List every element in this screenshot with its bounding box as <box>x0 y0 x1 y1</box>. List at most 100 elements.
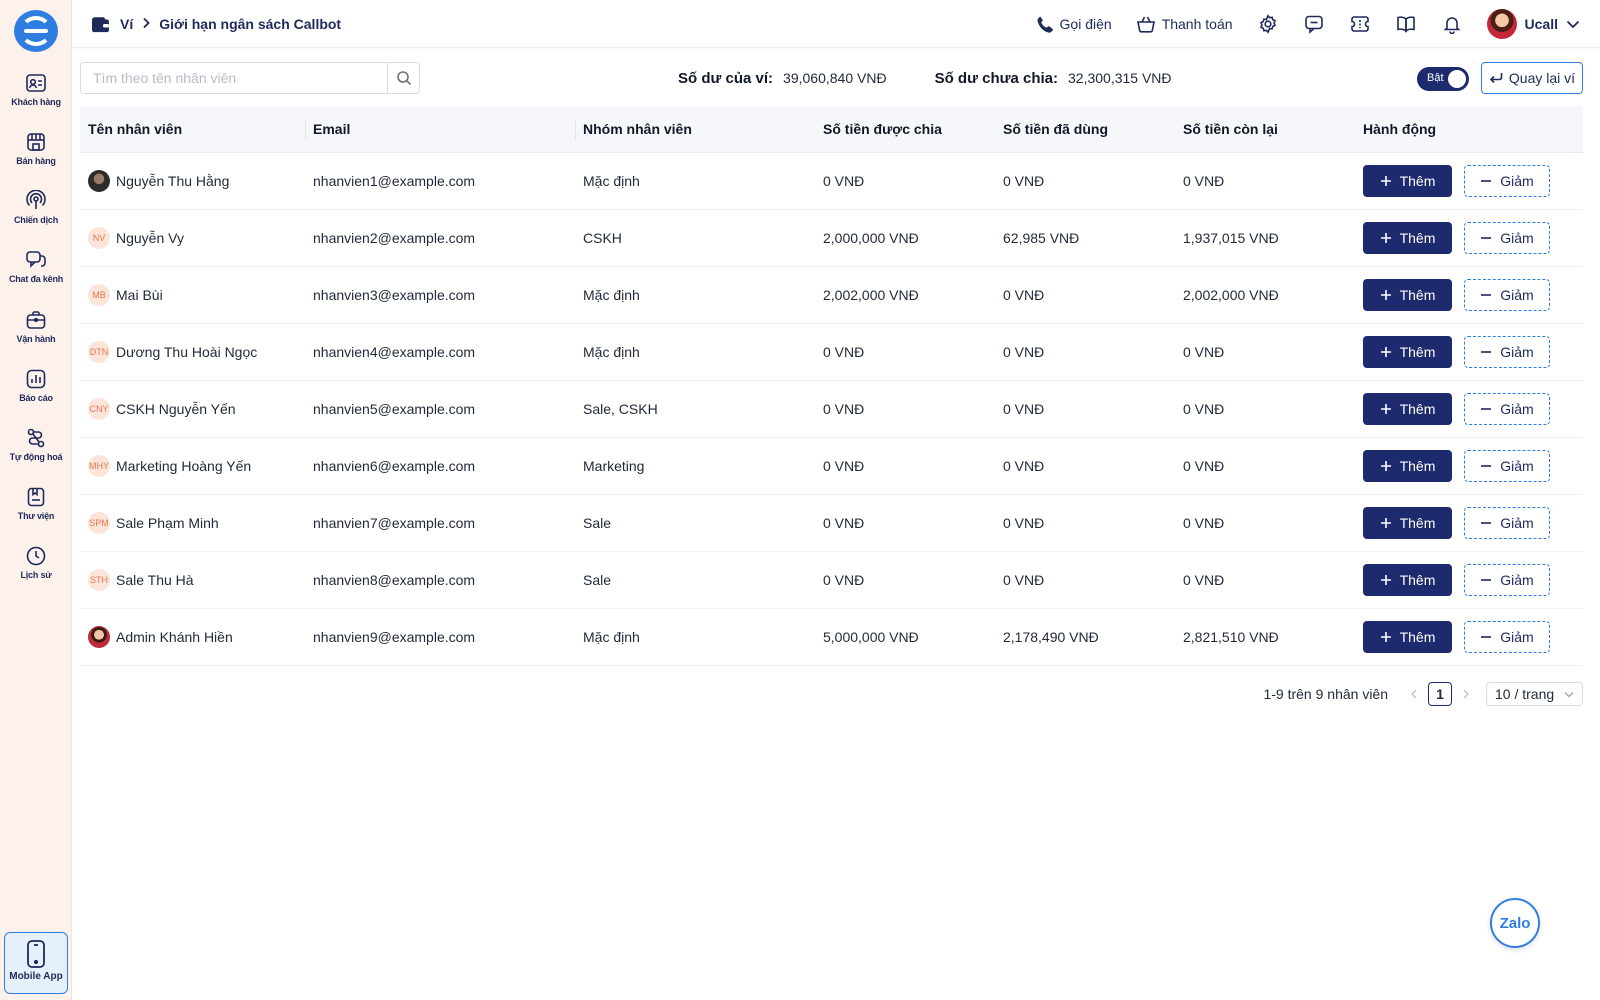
reduce-budget-button[interactable]: Giảm <box>1464 336 1550 368</box>
sidebar-item-reports[interactable]: Báo cáo <box>0 368 72 424</box>
cell-remaining: 0 VNĐ <box>1183 173 1225 189</box>
add-budget-button[interactable]: Thêm <box>1363 165 1452 197</box>
plus-icon <box>1380 632 1391 642</box>
cell-group: CSKH <box>583 230 622 246</box>
plus-icon <box>1380 518 1391 528</box>
cell-actions: Thêm Giảm <box>1355 507 1583 539</box>
table-row: DTN Dương Thu Hoài Ngọc nhanvien4@example.… <box>80 324 1583 381</box>
cell-used: 0 VNĐ <box>1003 173 1045 189</box>
add-budget-button[interactable]: Thêm <box>1363 393 1452 425</box>
add-label: Thêm <box>1399 344 1436 360</box>
cell-name: Nguyễn Thu Hằng <box>80 170 305 192</box>
cell-used: 0 VNĐ <box>1003 572 1045 588</box>
add-label: Thêm <box>1399 401 1436 417</box>
search-button[interactable] <box>387 63 419 93</box>
cell-actions: Thêm Giảm <box>1355 336 1583 368</box>
payment-label: Thanh toán <box>1161 16 1233 32</box>
reduce-budget-button[interactable]: Giảm <box>1464 165 1550 197</box>
mobile-app-button[interactable]: Mobile App <box>4 932 68 994</box>
broadcast-icon <box>26 190 46 209</box>
back-to-wallet-button[interactable]: Quay lại ví <box>1481 62 1583 94</box>
sidebar-item-history[interactable]: Lịch sử <box>0 545 72 601</box>
reduce-budget-button[interactable]: Giảm <box>1464 564 1550 596</box>
wallet-balance-label: Số dư của ví: <box>678 69 774 87</box>
avatar <box>88 626 110 648</box>
add-budget-button[interactable]: Thêm <box>1363 621 1452 653</box>
plus-icon <box>1380 404 1391 414</box>
briefcase-icon <box>26 311 46 329</box>
avatar: CNY <box>88 398 110 420</box>
page-size-select[interactable]: 10 / trang <box>1486 682 1583 706</box>
chevron-down-icon <box>1564 691 1574 697</box>
search-input[interactable] <box>81 63 387 93</box>
cell-allocated: 0 VNĐ <box>823 458 865 474</box>
table-row: MB Mai Bùi nhanvien3@example.com Mặc định 2,… <box>80 267 1583 324</box>
avatar: NV <box>88 227 110 249</box>
cell-group: Marketing <box>583 458 645 474</box>
payment-button[interactable]: Thanh toán <box>1136 15 1233 33</box>
notifications-button[interactable] <box>1441 13 1463 35</box>
table-row: Admin Khánh Hiền nhanvien9@example.com Mặc… <box>80 609 1583 666</box>
reduce-budget-button[interactable]: Giảm <box>1464 393 1550 425</box>
column-header-actions: Hành động <box>1363 120 1437 137</box>
column-header-allocated: Số tiền được chia <box>823 120 942 137</box>
sidebar-item-label: Tự động hoá <box>9 452 63 462</box>
cell-actions: Thêm Giảm <box>1355 564 1583 596</box>
bar-chart-icon <box>26 369 46 389</box>
reduce-budget-button[interactable]: Giảm <box>1464 507 1550 539</box>
messages-button[interactable] <box>1303 13 1325 35</box>
sidebar-item-omnichannel-chat[interactable]: Chat đa kênh <box>0 249 72 305</box>
search-icon <box>396 71 411 86</box>
add-budget-button[interactable]: Thêm <box>1363 222 1452 254</box>
app-logo[interactable] <box>14 10 58 52</box>
breadcrumb: Ví Giới hạn ngân sách Callbot <box>90 0 341 48</box>
cell-used: 0 VNĐ <box>1003 344 1045 360</box>
reduce-budget-button[interactable]: Giảm <box>1464 279 1550 311</box>
sidebar-item-customers[interactable]: Khách hàng <box>0 72 72 128</box>
guide-button[interactable] <box>1395 13 1417 35</box>
return-icon <box>1489 73 1503 84</box>
budget-limit-toggle[interactable]: Bật <box>1417 67 1469 91</box>
sidebar-item-automation[interactable]: Tự động hoá <box>0 427 72 483</box>
avatar <box>88 170 110 192</box>
minus-icon <box>1481 351 1492 353</box>
search-box <box>80 62 420 94</box>
cell-remaining: 0 VNĐ <box>1183 515 1225 531</box>
cell-group: Sale <box>583 515 612 531</box>
add-budget-button[interactable]: Thêm <box>1363 507 1452 539</box>
add-budget-button[interactable]: Thêm <box>1363 564 1452 596</box>
call-label: Gọi điện <box>1059 16 1112 32</box>
add-budget-button[interactable]: Thêm <box>1363 279 1452 311</box>
settings-button[interactable] <box>1257 13 1279 35</box>
plus-icon <box>1380 575 1391 585</box>
plus-icon <box>1380 176 1391 186</box>
add-budget-button[interactable]: Thêm <box>1363 336 1452 368</box>
add-budget-button[interactable]: Thêm <box>1363 450 1452 482</box>
sidebar-item-sales[interactable]: Bán hàng <box>0 131 72 187</box>
cell-email: nhanvien4@example.com <box>313 344 476 360</box>
reduce-budget-button[interactable]: Giảm <box>1464 450 1550 482</box>
sidebar-item-library[interactable]: Thư viện <box>0 486 72 542</box>
employee-name: CSKH Nguyễn Yến <box>116 401 236 417</box>
add-label: Thêm <box>1399 230 1436 246</box>
book-icon <box>1396 16 1415 33</box>
cell-name: MB Mai Bùi <box>80 284 305 306</box>
employee-name: Mai Bùi <box>116 287 163 303</box>
user-menu[interactable]: Ucall <box>1486 9 1580 39</box>
tickets-button[interactable] <box>1349 13 1371 35</box>
page-number-button[interactable]: 1 <box>1428 682 1452 706</box>
zalo-chat-button[interactable]: Zalo <box>1490 898 1540 948</box>
table-row: STH Sale Thu Hà nhanvien8@example.com Sale 0… <box>80 552 1583 609</box>
column-header-name: Tên nhân viên <box>88 120 183 137</box>
reduce-budget-button[interactable]: Giảm <box>1464 621 1550 653</box>
pagination-summary: 1-9 trên 9 nhân viên <box>1263 686 1388 702</box>
reduce-budget-button[interactable]: Giảm <box>1464 222 1550 254</box>
sidebar-item-operations[interactable]: Vận hành <box>0 309 72 365</box>
cell-allocated: 2,000,000 VNĐ <box>823 230 919 246</box>
ticket-icon <box>1350 16 1369 32</box>
next-page-button[interactable] <box>1456 689 1476 699</box>
call-button[interactable]: Gọi điện <box>1036 15 1112 33</box>
breadcrumb-wallet-link[interactable]: Ví <box>120 16 133 32</box>
prev-page-button[interactable] <box>1404 689 1424 699</box>
sidebar-item-campaigns[interactable]: Chiến dịch <box>0 190 72 246</box>
